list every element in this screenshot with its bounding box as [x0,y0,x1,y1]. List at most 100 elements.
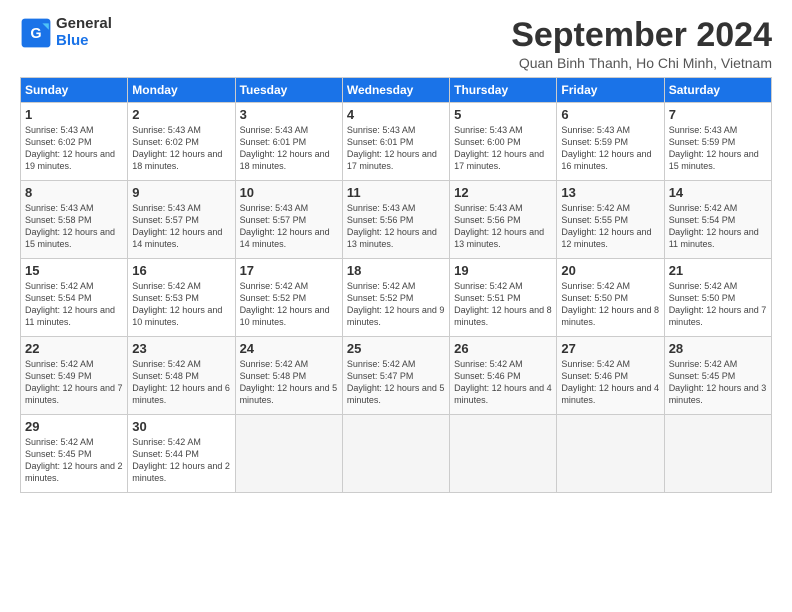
table-row: 11 Sunrise: 5:43 AMSunset: 5:56 PMDayligh… [342,181,449,259]
day-info: Sunrise: 5:42 AMSunset: 5:45 PMDaylight:… [669,358,767,407]
day-info: Sunrise: 5:43 AMSunset: 5:56 PMDaylight:… [347,202,445,251]
day-info: Sunrise: 5:42 AMSunset: 5:47 PMDaylight:… [347,358,445,407]
col-sunday: Sunday [21,78,128,103]
table-row: 28 Sunrise: 5:42 AMSunset: 5:45 PMDayligh… [664,337,771,415]
col-wednesday: Wednesday [342,78,449,103]
day-info: Sunrise: 5:43 AMSunset: 6:02 PMDaylight:… [132,124,230,173]
table-row: 13 Sunrise: 5:42 AMSunset: 5:55 PMDayligh… [557,181,664,259]
calendar-week-row: 15 Sunrise: 5:42 AMSunset: 5:54 PMDayligh… [21,259,772,337]
day-info: Sunrise: 5:42 AMSunset: 5:48 PMDaylight:… [240,358,338,407]
table-row: 4 Sunrise: 5:43 AMSunset: 6:01 PMDaylight… [342,103,449,181]
day-number: 4 [347,107,445,122]
day-number: 22 [25,341,123,356]
calendar-week-row: 1 Sunrise: 5:43 AMSunset: 6:02 PMDaylight… [21,103,772,181]
day-info: Sunrise: 5:43 AMSunset: 5:57 PMDaylight:… [132,202,230,251]
table-row: 16 Sunrise: 5:42 AMSunset: 5:53 PMDayligh… [128,259,235,337]
table-row: 18Sunrise: 5:42 AMSunset: 5:52 PMDayligh… [342,259,449,337]
table-row: 24 Sunrise: 5:42 AMSunset: 5:48 PMDayligh… [235,337,342,415]
month-title: September 2024 [511,16,772,55]
table-row: 15 Sunrise: 5:42 AMSunset: 5:54 PMDayligh… [21,259,128,337]
logo-text: GeneralBlue [56,16,112,49]
day-info: Sunrise: 5:42 AMSunset: 5:53 PMDaylight:… [132,280,230,329]
day-info: Sunrise: 5:42 AMSunset: 5:52 PMDaylight:… [347,280,445,329]
day-info: Sunrise: 5:43 AMSunset: 5:58 PMDaylight:… [25,202,123,251]
day-number: 25 [347,341,445,356]
table-row: 17Sunrise: 5:42 AMSunset: 5:52 PMDayligh… [235,259,342,337]
table-row: 9 Sunrise: 5:43 AMSunset: 5:57 PMDaylight… [128,181,235,259]
location-subtitle: Quan Binh Thanh, Ho Chi Minh, Vietnam [511,55,772,71]
day-info: Sunrise: 5:42 AMSunset: 5:54 PMDaylight:… [25,280,123,329]
day-number: 19 [454,263,552,278]
header-row: Sunday Monday Tuesday Wednesday Thursday… [21,78,772,103]
day-info: Sunrise: 5:43 AMSunset: 5:59 PMDaylight:… [669,124,767,173]
table-row [557,415,664,493]
day-number: 23 [132,341,230,356]
table-row: 14Sunrise: 5:42 AMSunset: 5:54 PMDayligh… [664,181,771,259]
day-info: Sunrise: 5:42 AMSunset: 5:50 PMDaylight:… [669,280,767,329]
col-thursday: Thursday [450,78,557,103]
table-row: 3 Sunrise: 5:43 AMSunset: 6:01 PMDaylight… [235,103,342,181]
calendar-header: Sunday Monday Tuesday Wednesday Thursday… [21,78,772,103]
day-info: Sunrise: 5:43 AMSunset: 5:56 PMDaylight:… [454,202,552,251]
svg-text:G: G [30,25,41,41]
day-number: 16 [132,263,230,278]
day-info: Sunrise: 5:42 AMSunset: 5:51 PMDaylight:… [454,280,552,329]
table-row: 20Sunrise: 5:42 AMSunset: 5:50 PMDayligh… [557,259,664,337]
day-number: 21 [669,263,767,278]
day-number: 13 [561,185,659,200]
table-row [342,415,449,493]
day-number: 12 [454,185,552,200]
table-row: 5 Sunrise: 5:43 AMSunset: 6:00 PMDaylight… [450,103,557,181]
day-info: Sunrise: 5:42 AMSunset: 5:48 PMDaylight:… [132,358,230,407]
day-number: 20 [561,263,659,278]
day-info: Sunrise: 5:42 AMSunset: 5:49 PMDaylight:… [25,358,123,407]
day-info: Sunrise: 5:43 AMSunset: 6:00 PMDaylight:… [454,124,552,173]
day-number: 8 [25,185,123,200]
table-row: 19 Sunrise: 5:42 AMSunset: 5:51 PMDayligh… [450,259,557,337]
day-number: 5 [454,107,552,122]
day-number: 30 [132,419,230,434]
day-number: 3 [240,107,338,122]
day-info: Sunrise: 5:43 AMSunset: 6:01 PMDaylight:… [240,124,338,173]
day-number: 1 [25,107,123,122]
day-number: 24 [240,341,338,356]
table-row: 22 Sunrise: 5:42 AMSunset: 5:49 PMDayligh… [21,337,128,415]
table-row [664,415,771,493]
table-row: 10Sunrise: 5:43 AMSunset: 5:57 PMDayligh… [235,181,342,259]
title-area: September 2024 Quan Binh Thanh, Ho Chi M… [511,16,772,71]
calendar-body: 1 Sunrise: 5:43 AMSunset: 6:02 PMDaylight… [21,103,772,493]
day-info: Sunrise: 5:42 AMSunset: 5:55 PMDaylight:… [561,202,659,251]
day-info: Sunrise: 5:43 AMSunset: 6:01 PMDaylight:… [347,124,445,173]
table-row: 2Sunrise: 5:43 AMSunset: 6:02 PMDaylight… [128,103,235,181]
logo-icon: G [20,17,52,49]
table-row: 21 Sunrise: 5:42 AMSunset: 5:50 PMDayligh… [664,259,771,337]
table-row: 26Sunrise: 5:42 AMSunset: 5:46 PMDayligh… [450,337,557,415]
col-monday: Monday [128,78,235,103]
calendar-week-row: 22 Sunrise: 5:42 AMSunset: 5:49 PMDayligh… [21,337,772,415]
day-info: Sunrise: 5:42 AMSunset: 5:44 PMDaylight:… [132,436,230,485]
header: G GeneralBlue September 2024 Quan Binh T… [20,16,772,71]
calendar-week-row: 29Sunrise: 5:42 AMSunset: 5:45 PMDayligh… [21,415,772,493]
table-row: 25 Sunrise: 5:42 AMSunset: 5:47 PMDayligh… [342,337,449,415]
logo: G GeneralBlue [20,16,112,49]
day-number: 28 [669,341,767,356]
day-info: Sunrise: 5:42 AMSunset: 5:46 PMDaylight:… [561,358,659,407]
calendar-week-row: 8 Sunrise: 5:43 AMSunset: 5:58 PMDaylight… [21,181,772,259]
day-info: Sunrise: 5:42 AMSunset: 5:45 PMDaylight:… [25,436,123,485]
day-number: 7 [669,107,767,122]
calendar-container: G GeneralBlue September 2024 Quan Binh T… [0,0,792,503]
table-row: 12 Sunrise: 5:43 AMSunset: 5:56 PMDayligh… [450,181,557,259]
day-number: 15 [25,263,123,278]
day-number: 27 [561,341,659,356]
table-row [450,415,557,493]
col-friday: Friday [557,78,664,103]
day-info: Sunrise: 5:42 AMSunset: 5:46 PMDaylight:… [454,358,552,407]
day-number: 17 [240,263,338,278]
day-number: 11 [347,185,445,200]
table-row: 23 Sunrise: 5:42 AMSunset: 5:48 PMDayligh… [128,337,235,415]
table-row [235,415,342,493]
day-number: 9 [132,185,230,200]
day-info: Sunrise: 5:43 AMSunset: 5:57 PMDaylight:… [240,202,338,251]
calendar-table: Sunday Monday Tuesday Wednesday Thursday… [20,77,772,493]
day-info: Sunrise: 5:42 AMSunset: 5:54 PMDaylight:… [669,202,767,251]
